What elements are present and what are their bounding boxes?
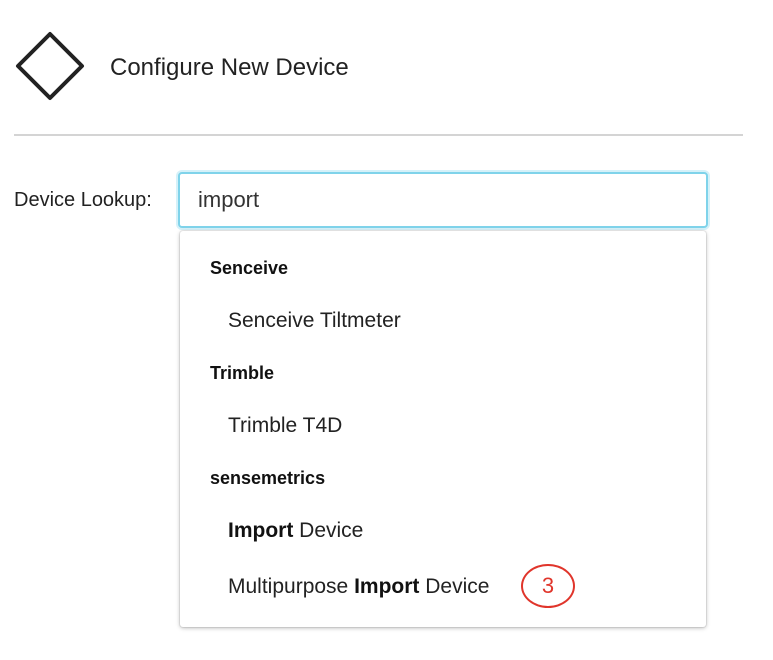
option-trimble-t4d[interactable]: Trimble T4D <box>228 414 342 438</box>
option-match-text: Import <box>228 519 294 542</box>
option-text: Device <box>293 519 364 542</box>
option-text: Multipurpose <box>228 575 355 598</box>
diamond-icon <box>16 32 84 100</box>
header-divider <box>14 134 743 136</box>
option-match-text: Import <box>354 575 420 598</box>
group-header-senceive: Senceive <box>210 258 289 278</box>
device-lookup-label: Device Lookup: <box>14 189 152 211</box>
device-lookup-dropdown: Senceive Senceive Tiltmeter Trimble Trim… <box>180 231 706 627</box>
option-senceive-tiltmeter[interactable]: Senceive Tiltmeter <box>228 309 401 333</box>
step-number-badge: 3 <box>521 564 575 608</box>
option-text: Trimble T4D <box>228 414 343 437</box>
page-title: Configure New Device <box>110 54 349 81</box>
group-header-trimble: Trimble <box>210 363 275 383</box>
option-multipurpose-import-device[interactable]: Multipurpose Import Device <box>228 575 489 599</box>
option-text: Senceive Tiltmeter <box>228 309 401 332</box>
header: Configure New Device <box>0 0 773 136</box>
option-text: Device <box>419 575 490 598</box>
option-import-device[interactable]: Import Device <box>228 519 363 543</box>
group-header-sensemetrics: sensemetrics <box>210 468 326 488</box>
device-lookup-input[interactable] <box>178 172 708 228</box>
